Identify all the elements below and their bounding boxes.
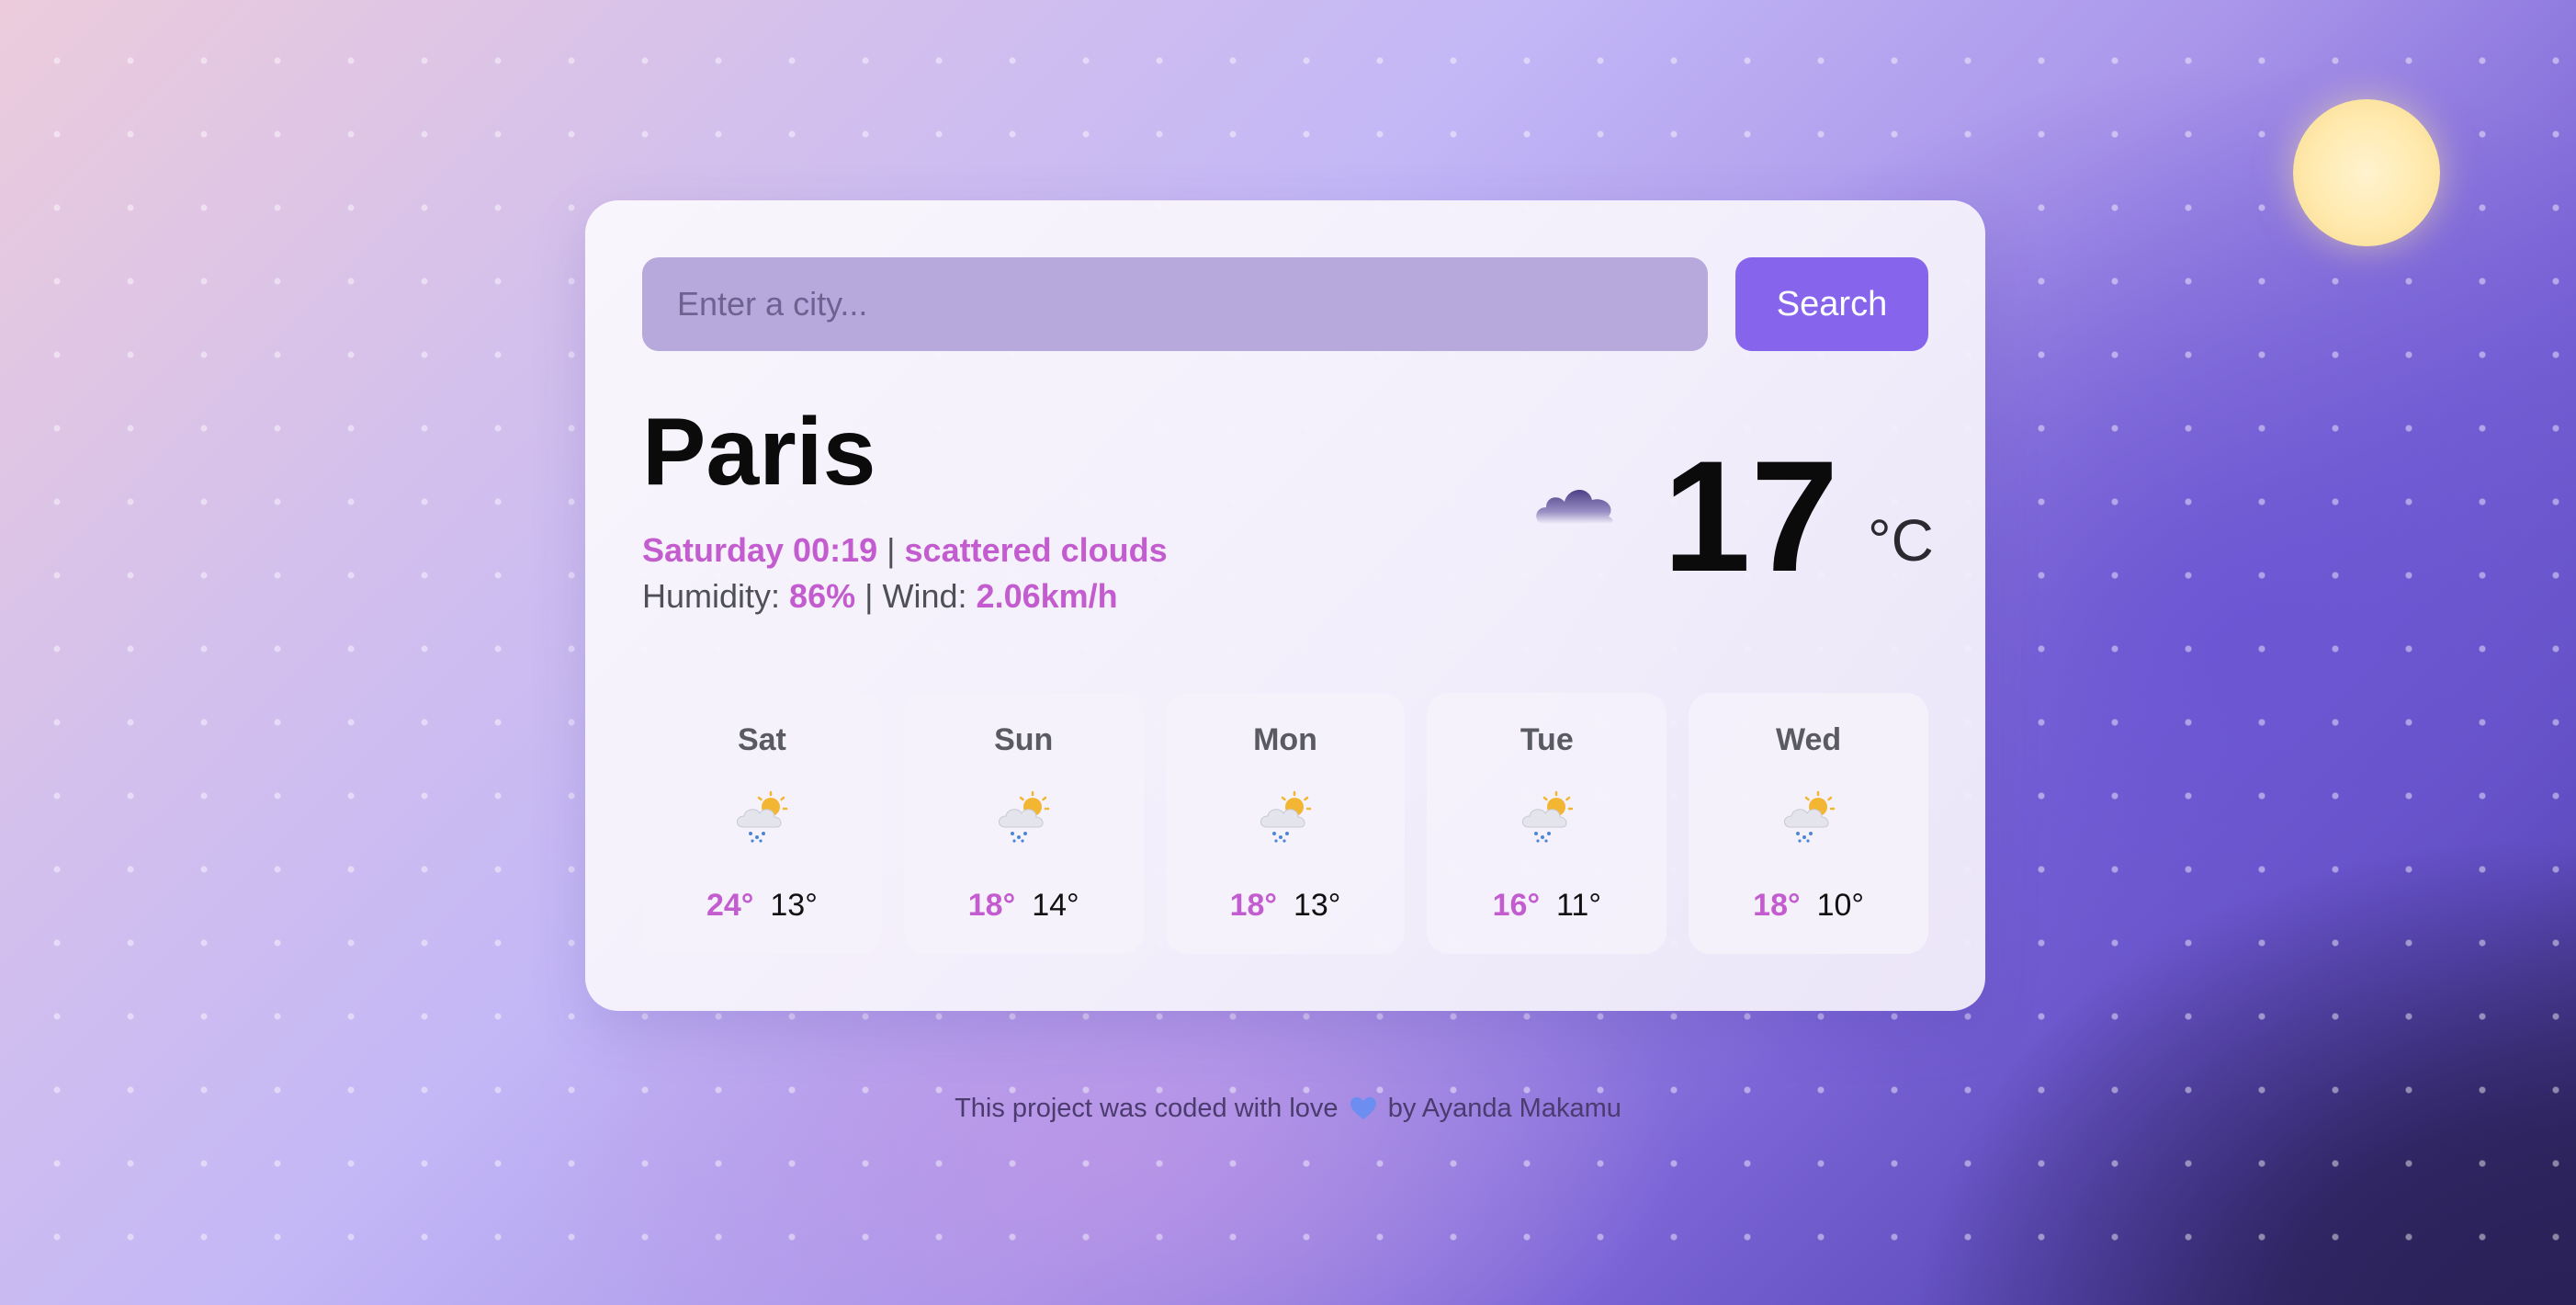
forecast-day-name: Sun — [994, 722, 1054, 757]
temperature-unit: °C — [1868, 507, 1934, 573]
forecast-min-temp: 13° — [1293, 888, 1341, 923]
footer-prefix: This project was coded with love — [955, 1094, 1339, 1123]
city-search-input[interactable] — [642, 257, 1708, 351]
city-name: Paris — [642, 399, 876, 505]
weather-card: Search Paris Saturday 00:19 | scattered … — [585, 200, 1985, 1011]
forecast-min-temp: 13° — [770, 888, 818, 923]
date-description-line: Saturday 00:19 | scattered clouds — [642, 531, 1168, 570]
separator: | — [864, 577, 874, 615]
wind-label: Wind: — [882, 577, 967, 615]
forecast-day: Mon 18° 13° — [1165, 693, 1406, 954]
forecast-max-temp: 18° — [967, 888, 1016, 923]
forecast-temps: 18° 10° — [1689, 888, 1928, 924]
forecast-min-temp: 10° — [1816, 888, 1864, 923]
forecast-max-temp: 18° — [1753, 888, 1801, 923]
forecast-max-temp: 16° — [1492, 888, 1541, 923]
forecast-max-temp: 24° — [706, 888, 754, 923]
forecast-day: Tue 16° 11° — [1427, 693, 1667, 954]
rain-sun-cloud-icon — [1260, 790, 1312, 843]
forecast-min-temp: 11° — [1556, 888, 1601, 923]
rain-sun-cloud-icon — [999, 790, 1050, 843]
forecast-temps: 24° 13° — [642, 888, 882, 924]
wind-value: 2.06km/h — [976, 577, 1118, 615]
rain-sun-cloud-icon — [1521, 790, 1574, 843]
humidity-value: 86% — [789, 577, 856, 615]
forecast-list: Sat 24° 13° Sun 18° 14° Mon 18° 13° Tue … — [642, 693, 1928, 954]
forecast-max-temp: 18° — [1229, 888, 1277, 923]
forecast-day: Sat 24° 13° — [642, 693, 882, 954]
footer-credit: This project was coded with love by Ayan… — [0, 1094, 2576, 1124]
forecast-day: Wed 18° 10° — [1689, 693, 1928, 954]
current-datetime: Saturday 00:19 — [642, 531, 878, 569]
weather-description: scattered clouds — [904, 531, 1168, 569]
blue-heart-icon — [1350, 1096, 1376, 1120]
cloud-icon — [1536, 489, 1613, 524]
current-temperature: 17 — [1663, 428, 1839, 605]
sun-decoration — [2293, 99, 2440, 246]
separator: | — [887, 531, 896, 569]
forecast-temps: 18° 14° — [904, 888, 1144, 924]
rain-sun-cloud-icon — [1783, 790, 1835, 843]
forecast-day-name: Tue — [1520, 722, 1574, 757]
search-button[interactable]: Search — [1735, 257, 1928, 351]
forecast-day-name: Sat — [737, 722, 786, 757]
forecast-min-temp: 14° — [1032, 888, 1079, 923]
humidity-wind-line: Humidity: 86% | Wind: 2.06km/h — [642, 577, 1118, 616]
footer-suffix: by Ayanda Makamu — [1387, 1094, 1621, 1123]
forecast-temps: 16° 11° — [1427, 888, 1666, 924]
forecast-temps: 18° 13° — [1166, 888, 1406, 924]
forecast-day-name: Wed — [1776, 722, 1842, 757]
humidity-label: Humidity: — [642, 577, 781, 615]
forecast-day-name: Mon — [1253, 722, 1317, 757]
rain-sun-cloud-icon — [737, 790, 788, 843]
forecast-day: Sun 18° 14° — [903, 693, 1144, 954]
